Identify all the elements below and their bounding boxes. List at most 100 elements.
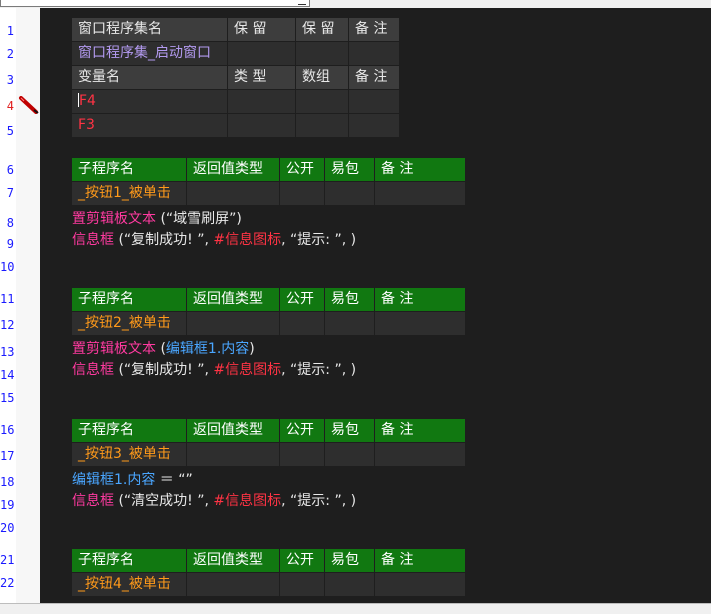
line-number: 1 <box>6 24 14 38</box>
code-line[interactable]: 信息框 (“复制成功! ”, #信息图标, “提示: ”, ) <box>72 360 356 380</box>
line-number: 14 <box>0 368 15 382</box>
header-public: 公开 <box>279 548 325 573</box>
subroutine-cell[interactable] <box>279 181 325 206</box>
header-easy-package: 易包 <box>324 548 375 573</box>
header-return-type: 返回值类型 <box>186 418 280 443</box>
subroutine-cell[interactable] <box>279 572 325 597</box>
variable-name-text: F4 <box>79 93 96 109</box>
header-return-type: 返回值类型 <box>186 287 280 312</box>
code-line[interactable]: 编辑框1.内容 ＝ “” <box>72 470 193 490</box>
subroutine-cell[interactable] <box>324 311 375 336</box>
remark-cell[interactable] <box>348 41 400 66</box>
code-token: (“复制成功! ”, <box>114 232 214 248</box>
variable-array-cell[interactable] <box>295 113 349 138</box>
header-reserved-2: 保 留 <box>295 17 349 42</box>
line-number: 10 <box>0 260 15 274</box>
variable-remark-cell[interactable] <box>348 89 400 114</box>
line-number: 20 <box>0 521 15 535</box>
line-number: 18 <box>0 475 15 489</box>
subroutine-cell[interactable] <box>186 572 280 597</box>
variable-type-cell[interactable] <box>227 89 296 114</box>
top-toolbar <box>0 0 711 8</box>
code-token: ( <box>156 341 166 357</box>
line-number: 17 <box>0 449 15 463</box>
subroutine-cell[interactable] <box>279 442 325 467</box>
reserved-cell-2[interactable] <box>295 41 349 66</box>
code-token: #信息图标 <box>213 362 282 378</box>
code-token: (“清空成功! ”, <box>114 493 214 509</box>
code-token: (“域雪刷屏”) <box>156 211 242 227</box>
code-token: 置剪辑板文本 <box>72 211 156 227</box>
code-token: 信息框 <box>72 232 114 248</box>
line-number: 15 <box>0 391 15 405</box>
code-token: (“复制成功! ”, <box>114 362 214 378</box>
header-sub-remark: 备 注 <box>374 418 466 443</box>
variable-type-cell[interactable] <box>227 113 296 138</box>
line-number: 5 <box>6 124 14 138</box>
line-number: 21 <box>0 553 15 567</box>
subroutine-cell[interactable] <box>186 181 280 206</box>
header-program-set-name: 窗口程序集名 <box>71 17 228 42</box>
program-set-name-cell[interactable]: 窗口程序集_启动窗口 <box>71 41 228 66</box>
subroutine-cell[interactable] <box>186 311 280 336</box>
subroutine-name-cell[interactable]: _按钮3_被单击 <box>71 442 187 467</box>
code-line[interactable]: 信息框 (“清空成功! ”, #信息图标, “提示: ”, ) <box>72 491 356 511</box>
variable-remark-cell[interactable] <box>348 113 400 138</box>
line-number: 9 <box>6 237 14 251</box>
variable-name-cell[interactable]: F3 <box>71 113 228 138</box>
variable-array-cell[interactable] <box>295 89 349 114</box>
line-number: 3 <box>6 73 14 87</box>
line-number: 22 <box>0 576 15 590</box>
line-number: 16 <box>0 423 15 437</box>
horizontal-scrollbar[interactable] <box>0 603 711 614</box>
subroutine-cell[interactable] <box>324 181 375 206</box>
header-sub-name: 子程序名 <box>71 418 187 443</box>
edit-pencil-icon <box>19 96 39 114</box>
header-sub-remark: 备 注 <box>374 548 466 573</box>
header-sub-name: 子程序名 <box>71 287 187 312</box>
subroutine-name-cell[interactable]: _按钮2_被单击 <box>71 311 187 336</box>
header-public: 公开 <box>279 287 325 312</box>
line-number: 13 <box>0 345 15 359</box>
subroutine-name-cell[interactable]: _按钮1_被单击 <box>71 181 187 206</box>
header-return-type: 返回值类型 <box>186 548 280 573</box>
code-line[interactable]: 置剪辑板文本 (“域雪刷屏”) <box>72 209 242 229</box>
header-easy-package: 易包 <box>324 287 375 312</box>
program-set-table: 窗口程序集名 保 留 保 留 备 注 窗口程序集_启动窗口 变量名 类 型 数组… <box>71 17 400 138</box>
subroutine-cell[interactable] <box>374 181 466 206</box>
variable-name-cell[interactable]: F4 <box>71 89 228 114</box>
code-token: ) <box>249 341 255 357</box>
subroutine-table: 子程序名 返回值类型 公开 易包备 注 _按钮4_被单击 <box>71 548 466 597</box>
subroutine-table: 子程序名 返回值类型 公开 易包备 注 _按钮1_被单击 <box>71 157 466 206</box>
code-line[interactable]: 信息框 (“复制成功! ”, #信息图标, “提示: ”, ) <box>72 230 356 250</box>
line-number: 6 <box>6 163 14 177</box>
code-token: 信息框 <box>72 362 114 378</box>
reserved-cell-1[interactable] <box>227 41 296 66</box>
header-reserved-1: 保 留 <box>227 17 296 42</box>
header-easy-package: 易包 <box>324 418 375 443</box>
subroutine-cell[interactable] <box>374 572 466 597</box>
subroutine-cell[interactable] <box>324 442 375 467</box>
subroutine-cell[interactable] <box>279 311 325 336</box>
code-line[interactable]: 置剪辑板文本 (编辑框1.内容) <box>72 339 255 359</box>
header-sub-name: 子程序名 <box>71 548 187 573</box>
subroutine-cell[interactable] <box>324 572 375 597</box>
code-token: 信息框 <box>72 493 114 509</box>
subroutine-table: 子程序名 返回值类型 公开 易包备 注 _按钮3_被单击 <box>71 418 466 467</box>
header-public: 公开 <box>279 418 325 443</box>
object-selector-combo[interactable] <box>0 0 310 7</box>
line-number: 12 <box>0 318 15 332</box>
code-token: 编辑框1.内容 <box>165 341 250 357</box>
line-number: 19 <box>0 498 15 512</box>
line-number: 8 <box>6 216 14 230</box>
header-sub-remark: 备 注 <box>374 157 466 182</box>
line-number: 4 <box>6 99 14 113</box>
header-variable-name: 变量名 <box>71 65 228 90</box>
subroutine-cell[interactable] <box>374 311 466 336</box>
subroutine-name-cell[interactable]: _按钮4_被单击 <box>71 572 187 597</box>
header-remark: 备 注 <box>348 17 400 42</box>
subroutine-cell[interactable] <box>186 442 280 467</box>
subroutine-cell[interactable] <box>374 442 466 467</box>
header-type: 类 型 <box>227 65 296 90</box>
header-return-type: 返回值类型 <box>186 157 280 182</box>
